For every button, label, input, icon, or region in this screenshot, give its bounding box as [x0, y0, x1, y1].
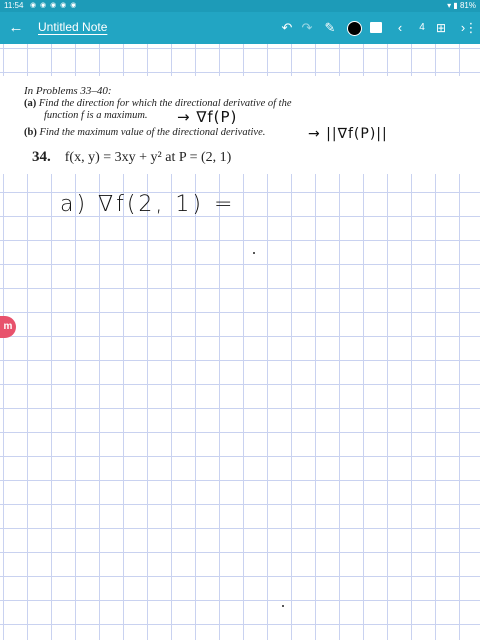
battery-indicator: ▾ ▮ 81% — [447, 1, 476, 10]
handwritten-note-a: → ∇f(P) — [177, 108, 238, 126]
part-a-line1: (a) Find the direction for which the dir… — [24, 98, 292, 109]
battery-level: 81% — [459, 1, 476, 10]
back-arrow-icon[interactable]: ← — [6, 12, 26, 44]
part-b-line: (b) Find the maximum value of the direct… — [24, 127, 266, 138]
previous-page-icon[interactable]: ‹ — [393, 12, 407, 44]
problem-intro: In Problems 33–40: — [24, 85, 112, 97]
app-toolbar: ← Untitled Note ↶ ↷ ✎ ‹ 4 ⊞ › ⋮ — [0, 12, 480, 44]
status-time: 11:54 — [4, 1, 24, 10]
problem-number: 34. — [32, 149, 51, 165]
pen-icon[interactable]: ✎ — [322, 12, 338, 44]
undo-icon[interactable]: ↶ — [279, 12, 295, 44]
ink-dot — [253, 252, 255, 254]
part-a-label: (a) — [24, 98, 37, 109]
problem-text: f(x, y) = 3xy + y² at P = (2, 1) — [64, 150, 232, 165]
notification-icons: ◉ ◉ ◉ ◉ ◉ — [30, 2, 78, 9]
pasted-textbook-clip: In Problems 33–40: (a) Find the directio… — [0, 76, 480, 174]
problem-statement: 34. f(x, y) = 3xy + y² at P = (2, 1) — [32, 149, 231, 166]
page-number: 4 — [419, 22, 425, 33]
handwritten-work-line: a) ∇f(2, 1) = — [60, 192, 236, 217]
part-b-label: (b) — [24, 127, 37, 138]
overflow-menu-icon[interactable]: ⋮ — [464, 12, 478, 44]
redo-icon[interactable]: ↷ — [299, 12, 315, 44]
note-title[interactable]: Untitled Note — [38, 12, 107, 44]
add-page-icon[interactable]: ⊞ — [433, 12, 449, 44]
ink-dot — [282, 605, 284, 607]
status-bar: 11:54 ◉ ◉ ◉ ◉ ◉ ▾ ▮ 81% — [0, 0, 480, 12]
part-a-line2: function f is a maximum. — [44, 110, 148, 121]
color-picker-icon[interactable] — [347, 21, 362, 36]
handwritten-note-b: → ||∇f(P)|| — [308, 126, 388, 142]
image-insert-icon[interactable] — [370, 22, 382, 33]
